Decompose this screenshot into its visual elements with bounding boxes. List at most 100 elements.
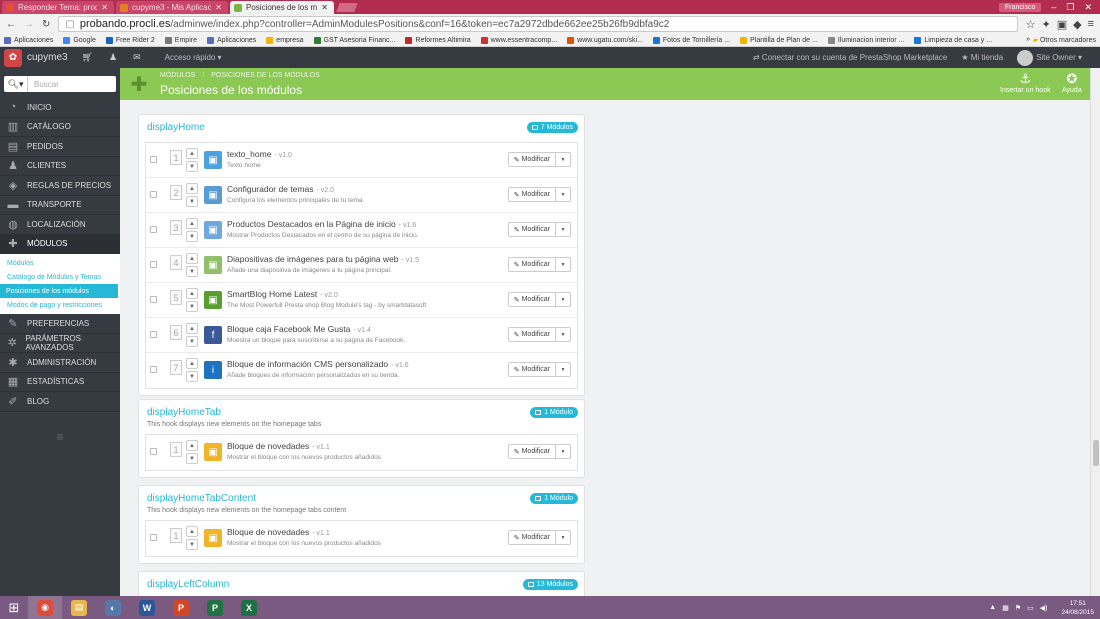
taskbar-chrome[interactable]: ◉ [28,596,62,619]
module-checkbox[interactable] [150,296,157,303]
move-down-icon[interactable]: ▼ [186,336,198,347]
modify-button[interactable]: ✎ Modificar [509,258,556,271]
bookmark-item[interactable]: Free Rider 2 [105,36,155,44]
move-down-icon[interactable]: ▼ [186,161,198,172]
search-input[interactable]: Buscar [28,76,116,92]
module-checkbox[interactable] [150,191,157,198]
modify-button[interactable]: ✎ Modificar [509,188,556,201]
bookmark-item[interactable]: Fotos de Tornillería ... [652,36,730,44]
bookmark-item[interactable]: Plantilla de Plan de ... [740,36,818,44]
search-icon[interactable]: 🔍︎▾ [4,76,28,92]
minimize-icon[interactable]: – [1051,2,1056,12]
caret-down-icon[interactable]: ▼ [556,153,570,166]
browser-tab[interactable]: cupyme3 - Mis Aplicacio ✕ [116,1,228,14]
module-checkbox[interactable] [150,261,157,268]
module-checkbox[interactable] [150,156,157,163]
modify-button[interactable]: ✎ Modificar [509,363,556,376]
move-down-icon[interactable]: ▼ [186,539,198,550]
caret-down-icon[interactable]: ▼ [556,293,570,306]
submenu-item[interactable]: Módulos [0,256,120,270]
user-icon[interactable]: ♟ [109,52,117,63]
move-down-icon[interactable]: ▼ [186,196,198,207]
sidebar-item-estad-sticas[interactable]: ▦ ESTADÍSTICAS [0,373,120,392]
tray-arrow-icon[interactable]: ▲ [989,604,996,611]
move-up-icon[interactable]: ▲ [186,253,198,264]
star-icon[interactable]: ☆ [1026,18,1036,31]
quick-access-dropdown[interactable]: Acceso rápido ▾ [165,53,222,62]
module-checkbox[interactable] [150,226,157,233]
url-field[interactable]: ▢ probando.procli.es /adminwe/index.php?… [58,16,1018,32]
bookmark-item[interactable]: Reformes Altimira [405,36,471,44]
module-checkbox[interactable] [150,448,157,455]
sidebar-item-par-metros-avanzados[interactable]: ✲ PARÁMETROS AVANZADOS [0,334,120,353]
hook-name[interactable]: displayLeftColumn [147,579,229,590]
module-checkbox[interactable] [150,331,157,338]
reload-icon[interactable]: ↻ [42,19,50,30]
network-icon[interactable]: ▦ [1002,604,1009,612]
caret-down-icon[interactable]: ▼ [556,445,570,458]
prestashop-logo[interactable]: ✿ [4,48,22,67]
bookmark-item[interactable]: Iluminacion interior ... [827,36,904,44]
menu-icon[interactable]: ≡ [1088,18,1094,31]
bookmark-item[interactable]: Empire [164,36,197,44]
modify-button[interactable]: ✎ Modificar [509,328,556,341]
move-up-icon[interactable]: ▲ [186,183,198,194]
taskbar-excel[interactable]: X [232,596,266,619]
move-down-icon[interactable]: ▼ [186,301,198,312]
caret-down-icon[interactable]: ▼ [556,363,570,376]
chrome-user-badge[interactable]: Francisco [999,2,1042,12]
bookmark-item[interactable]: www.essentracomp... [480,36,557,44]
scrollbar-thumb[interactable] [1093,440,1099,466]
extension-icon[interactable]: ◆ [1073,18,1081,31]
bookmark-item[interactable]: Google [63,36,96,44]
move-up-icon[interactable]: ▲ [186,288,198,299]
maximize-icon[interactable]: ❐ [1066,2,1074,13]
sidebar-item-reglas-de-precios[interactable]: ◈ REGLAS DE PRECIOS [0,176,120,196]
module-checkbox[interactable] [150,366,157,373]
move-up-icon[interactable]: ▲ [186,440,198,451]
shop-name[interactable]: cupyme3 [27,52,68,63]
other-bookmarks[interactable]: ▰ Otros marcadores [1033,36,1096,44]
taskbar-media[interactable]: ◐ [96,596,130,619]
caret-down-icon[interactable]: ▼ [556,188,570,201]
cart-icon[interactable]: 🛒︎ [82,52,93,63]
modify-button[interactable]: ✎ Modificar [509,153,556,166]
new-tab-button[interactable] [336,3,358,12]
modify-button[interactable]: ✎ Modificar [509,445,556,458]
battery-icon[interactable]: ▭ [1027,604,1034,612]
caret-down-icon[interactable]: ▼ [556,223,570,236]
my-shop-link[interactable]: ★ Mi tienda [961,53,1003,62]
move-down-icon[interactable]: ▼ [186,371,198,382]
employee-menu[interactable]: Site Owner ▾ [1017,49,1082,66]
volume-icon[interactable]: ◀) [1040,604,1048,612]
marketplace-link[interactable]: ⇄ Conectar con su cuenta de PrestaShop M… [753,53,947,62]
browser-tab[interactable]: Posiciones de los módulo✕ [230,1,334,14]
modify-button[interactable]: ✎ Modificar [509,293,556,306]
bookmark-item[interactable]: Limpieza de casa y ... [914,36,992,44]
insert-hook-button[interactable]: ⚓ Insertar un hook [1000,71,1051,94]
caret-down-icon[interactable]: ▼ [556,328,570,341]
taskbar-word[interactable]: W [130,596,164,619]
forward-icon[interactable]: → [24,19,34,30]
move-down-icon[interactable]: ▼ [186,453,198,464]
sidebar-item-transporte[interactable]: ▬ TRANSPORTE [0,196,120,215]
hook-name[interactable]: displayHomeTabContent [147,493,256,504]
move-down-icon[interactable]: ▼ [186,266,198,277]
hook-name[interactable]: displayHome [147,122,205,133]
windows-start-icon[interactable]: ⊞ [0,596,28,619]
submenu-item[interactable]: Catálogo de Módulos y Temas [0,270,120,284]
collapse-menu-icon[interactable]: ≡ [0,430,120,444]
bookmark-item[interactable]: Aplicaciones [4,36,53,44]
bookmark-item[interactable]: empresa [266,36,304,44]
modify-button[interactable]: ✎ Modificar [509,531,556,544]
sidebar-item-administraci-n[interactable]: ✱ ADMINISTRACIÓN [0,353,120,373]
sidebar-item-pedidos[interactable]: ▤ PEDIDOS [0,137,120,157]
taskbar-powerpoint[interactable]: P [164,596,198,619]
close-tab-icon[interactable]: ✕ [101,3,108,12]
move-down-icon[interactable]: ▼ [186,231,198,242]
close-icon[interactable]: ✕ [1084,2,1092,13]
mail-icon[interactable]: ✉ [133,52,141,63]
bookmark-item[interactable]: Aplicaciones [206,36,256,44]
sidebar-item-preferencias[interactable]: ✎ PREFERENCIAS [0,314,120,334]
move-up-icon[interactable]: ▲ [186,358,198,369]
